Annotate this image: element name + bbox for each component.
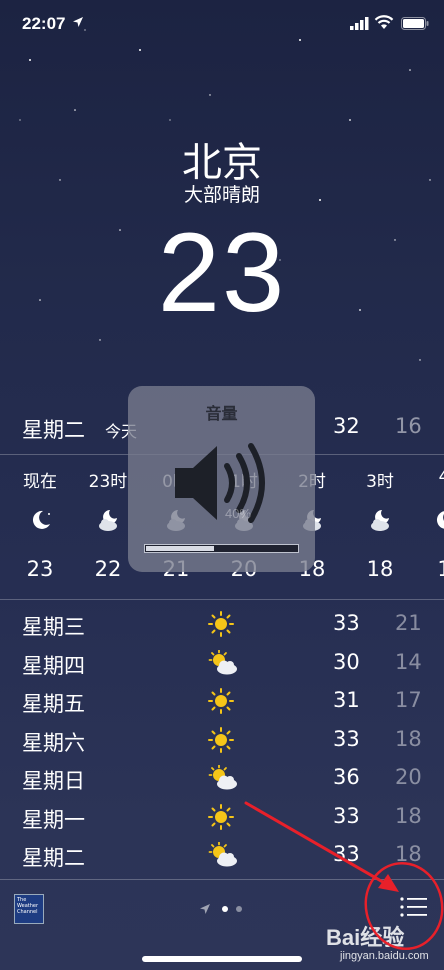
weather-channel-logo[interactable]: The Weather Channel — [14, 894, 44, 924]
weather-condition: 大部晴朗 — [183, 184, 260, 206]
today-weekday: 星期二 — [22, 418, 85, 442]
daily-high: 33 — [333, 803, 360, 828]
daily-weekday: 星期一 — [22, 807, 85, 832]
daily-row: 星期四 30 14 — [0, 644, 444, 683]
partly-sunny-icon — [208, 765, 237, 790]
moon-icon — [32, 510, 50, 529]
cellular-signal-icon — [350, 17, 369, 30]
hour-label: 3时 — [366, 472, 394, 492]
daily-low: 17 — [395, 688, 422, 712]
daily-weekday: 星期六 — [22, 730, 85, 755]
hour-item: 3时 18 — [350, 455, 410, 597]
daily-low: 18 — [395, 842, 422, 866]
sun-icon — [208, 726, 234, 753]
watermark-brand: Bai经验 — [326, 925, 405, 950]
wifi-icon — [374, 15, 394, 29]
moon-icon — [436, 511, 444, 529]
hour-item: 4 1 — [414, 455, 444, 597]
page-indicator[interactable] — [199, 900, 245, 919]
hour-temp: 1 — [414, 557, 444, 581]
home-indicator[interactable] — [142, 956, 302, 962]
bottom-toolbar: The Weather Channel Bai经验 jingyan.baidu.… — [0, 880, 444, 970]
daily-low: 20 — [395, 765, 422, 789]
weather-channel-label: The Weather Channel — [17, 897, 39, 915]
daily-high: 33 — [333, 611, 360, 635]
daily-low: 18 — [395, 803, 422, 828]
daily-low: 21 — [395, 611, 422, 635]
daily-low: 18 — [395, 726, 422, 751]
hour-temp: 18 — [366, 557, 394, 581]
daily-row: 星期三 33 21 — [0, 605, 444, 644]
partly-sunny-icon — [208, 842, 237, 867]
daily-high: 33 — [333, 842, 360, 866]
daily-high: 33 — [333, 726, 360, 751]
sun-icon — [208, 611, 234, 637]
hour-item: 现在 23 — [10, 455, 70, 597]
daily-row: 星期一 33 18 — [0, 798, 444, 837]
volume-title: 音量 — [205, 404, 238, 423]
daily-forecast: 星期三 33 21 星期四 30 14 星期五 31 17 星期六 33 18 … — [0, 605, 444, 875]
daily-weekday: 星期三 — [22, 615, 85, 639]
daily-row: 星期五 31 17 — [0, 682, 444, 721]
current-temperature: 23 — [157, 210, 287, 335]
speaker-icon: 40% — [175, 443, 265, 523]
today-high: 32 — [333, 414, 360, 438]
hour-temp: 23 — [26, 557, 54, 581]
daily-high: 36 — [333, 765, 360, 789]
status-bar: 22:07 — [0, 14, 444, 38]
daily-low: 14 — [395, 649, 422, 674]
location-arrow-icon — [200, 904, 210, 914]
daily-row: 星期二 33 18 — [0, 836, 444, 875]
hour-label: 现在 — [23, 472, 57, 492]
today-low: 16 — [395, 414, 422, 438]
volume-ghost-text: 40% — [225, 506, 251, 521]
battery-icon — [401, 17, 429, 30]
divider — [0, 599, 444, 600]
volume-level-bar — [144, 544, 299, 553]
daily-row: 星期日 36 20 — [0, 759, 444, 798]
volume-level-fill — [146, 546, 214, 551]
page-dot-active — [222, 906, 228, 912]
watermark-url: jingyan.baidu.com — [340, 950, 429, 962]
hour-label: 4 — [438, 467, 444, 487]
sun-icon — [208, 688, 234, 714]
daily-row: 星期六 33 18 — [0, 721, 444, 760]
daily-weekday: 星期五 — [22, 692, 85, 716]
daily-weekday: 星期二 — [22, 846, 85, 870]
volume-hud: 音量 40% — [128, 386, 315, 572]
partly-sunny-icon — [208, 649, 237, 674]
page-dot — [236, 906, 242, 912]
daily-high: 31 — [333, 688, 360, 712]
status-time: 22:07 — [22, 14, 66, 33]
daily-high: 30 — [333, 649, 360, 674]
partly-cloudy-night-icon — [371, 510, 389, 531]
list-icon[interactable] — [398, 894, 430, 920]
sun-icon — [208, 803, 234, 830]
location-arrow-icon — [73, 17, 83, 27]
partly-cloudy-night-icon — [99, 510, 117, 531]
daily-weekday: 星期日 — [22, 769, 85, 793]
daily-weekday: 星期四 — [22, 653, 85, 678]
